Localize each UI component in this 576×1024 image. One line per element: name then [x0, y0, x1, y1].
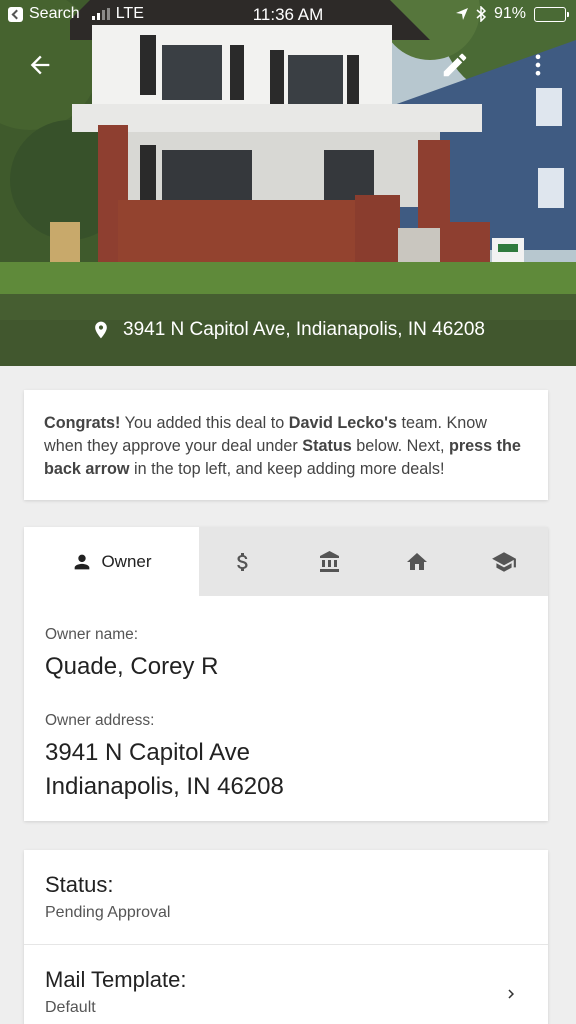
- battery-percent: 91%: [493, 5, 526, 22]
- deal-info-card: Owner Owner name: Quade, Corey R Owner a…: [24, 527, 548, 821]
- deal-status-card: Status: Pending Approval Mail Template: …: [24, 850, 548, 1024]
- back-button[interactable]: [18, 43, 62, 87]
- status-bar: Search LTE 11:36 AM 91%: [0, 0, 576, 30]
- tab-financials[interactable]: [199, 527, 286, 596]
- school-icon: [492, 551, 517, 572]
- home-icon: [407, 552, 428, 570]
- edit-button[interactable]: [433, 43, 477, 87]
- battery-icon: [534, 6, 569, 22]
- congrats-text-3: below. Next,: [351, 437, 449, 455]
- owner-address-label: Owner address:: [45, 712, 155, 729]
- property-address-bar: 3941 N Capitol Ave, Indianapolis, IN 462…: [0, 294, 576, 366]
- tab-owner-label: Owner: [101, 551, 152, 571]
- mail-template-value: Default: [45, 999, 96, 1016]
- dollar-icon: [236, 552, 248, 571]
- location-pin-icon: [95, 321, 107, 339]
- status-value: Pending Approval: [45, 904, 171, 921]
- more-options-button[interactable]: [516, 43, 560, 87]
- location-arrow-icon: [455, 8, 468, 20]
- owner-details: Owner name: Quade, Corey R Owner address…: [24, 596, 548, 804]
- congrats-lead: Congrats!: [44, 414, 121, 432]
- mail-template-title: Mail Template:: [45, 967, 187, 992]
- congrats-message-card: Congrats! You added this deal to David L…: [24, 390, 548, 500]
- tab-education[interactable]: [461, 527, 548, 596]
- status-word: Status: [302, 437, 352, 455]
- bank-icon: [319, 550, 339, 572]
- congrats-message: Congrats! You added this deal to David L…: [44, 412, 528, 481]
- congrats-text-1: You added this deal to: [120, 414, 289, 432]
- person-icon: [75, 554, 90, 569]
- property-address: 3941 N Capitol Ave, Indianapolis, IN 462…: [123, 319, 485, 340]
- info-tabs: Owner: [24, 527, 548, 596]
- bluetooth-icon: [476, 6, 486, 22]
- arrow-left-icon: [30, 55, 50, 75]
- mail-template-row[interactable]: Mail Template: Default: [24, 944, 548, 1024]
- property-hero: Search LTE 11:36 AM 91% 3941 N Capitol A…: [0, 0, 576, 366]
- chevron-right-icon: [508, 989, 514, 999]
- pencil-icon: [443, 53, 467, 77]
- status-row: Status: Pending Approval: [24, 850, 548, 944]
- owner-name: Quade, Corey R: [45, 653, 219, 680]
- tab-owner[interactable]: Owner: [24, 527, 199, 596]
- owner-address: 3941 N Capitol Ave Indianapolis, IN 4620…: [45, 736, 527, 804]
- tab-property[interactable]: [374, 527, 461, 596]
- tab-bank[interactable]: [286, 527, 373, 596]
- owner-address-line2: Indianapolis, IN 46208: [45, 773, 284, 800]
- owner-name-label: Owner name:: [45, 626, 139, 643]
- congrats-text-4: in the top left, and keep adding more de…: [129, 460, 445, 478]
- more-vertical-icon: [535, 54, 541, 76]
- team-name: David Lecko's: [288, 414, 397, 432]
- status-title: Status:: [45, 872, 114, 897]
- owner-address-line1: 3941 N Capitol Ave: [45, 739, 251, 766]
